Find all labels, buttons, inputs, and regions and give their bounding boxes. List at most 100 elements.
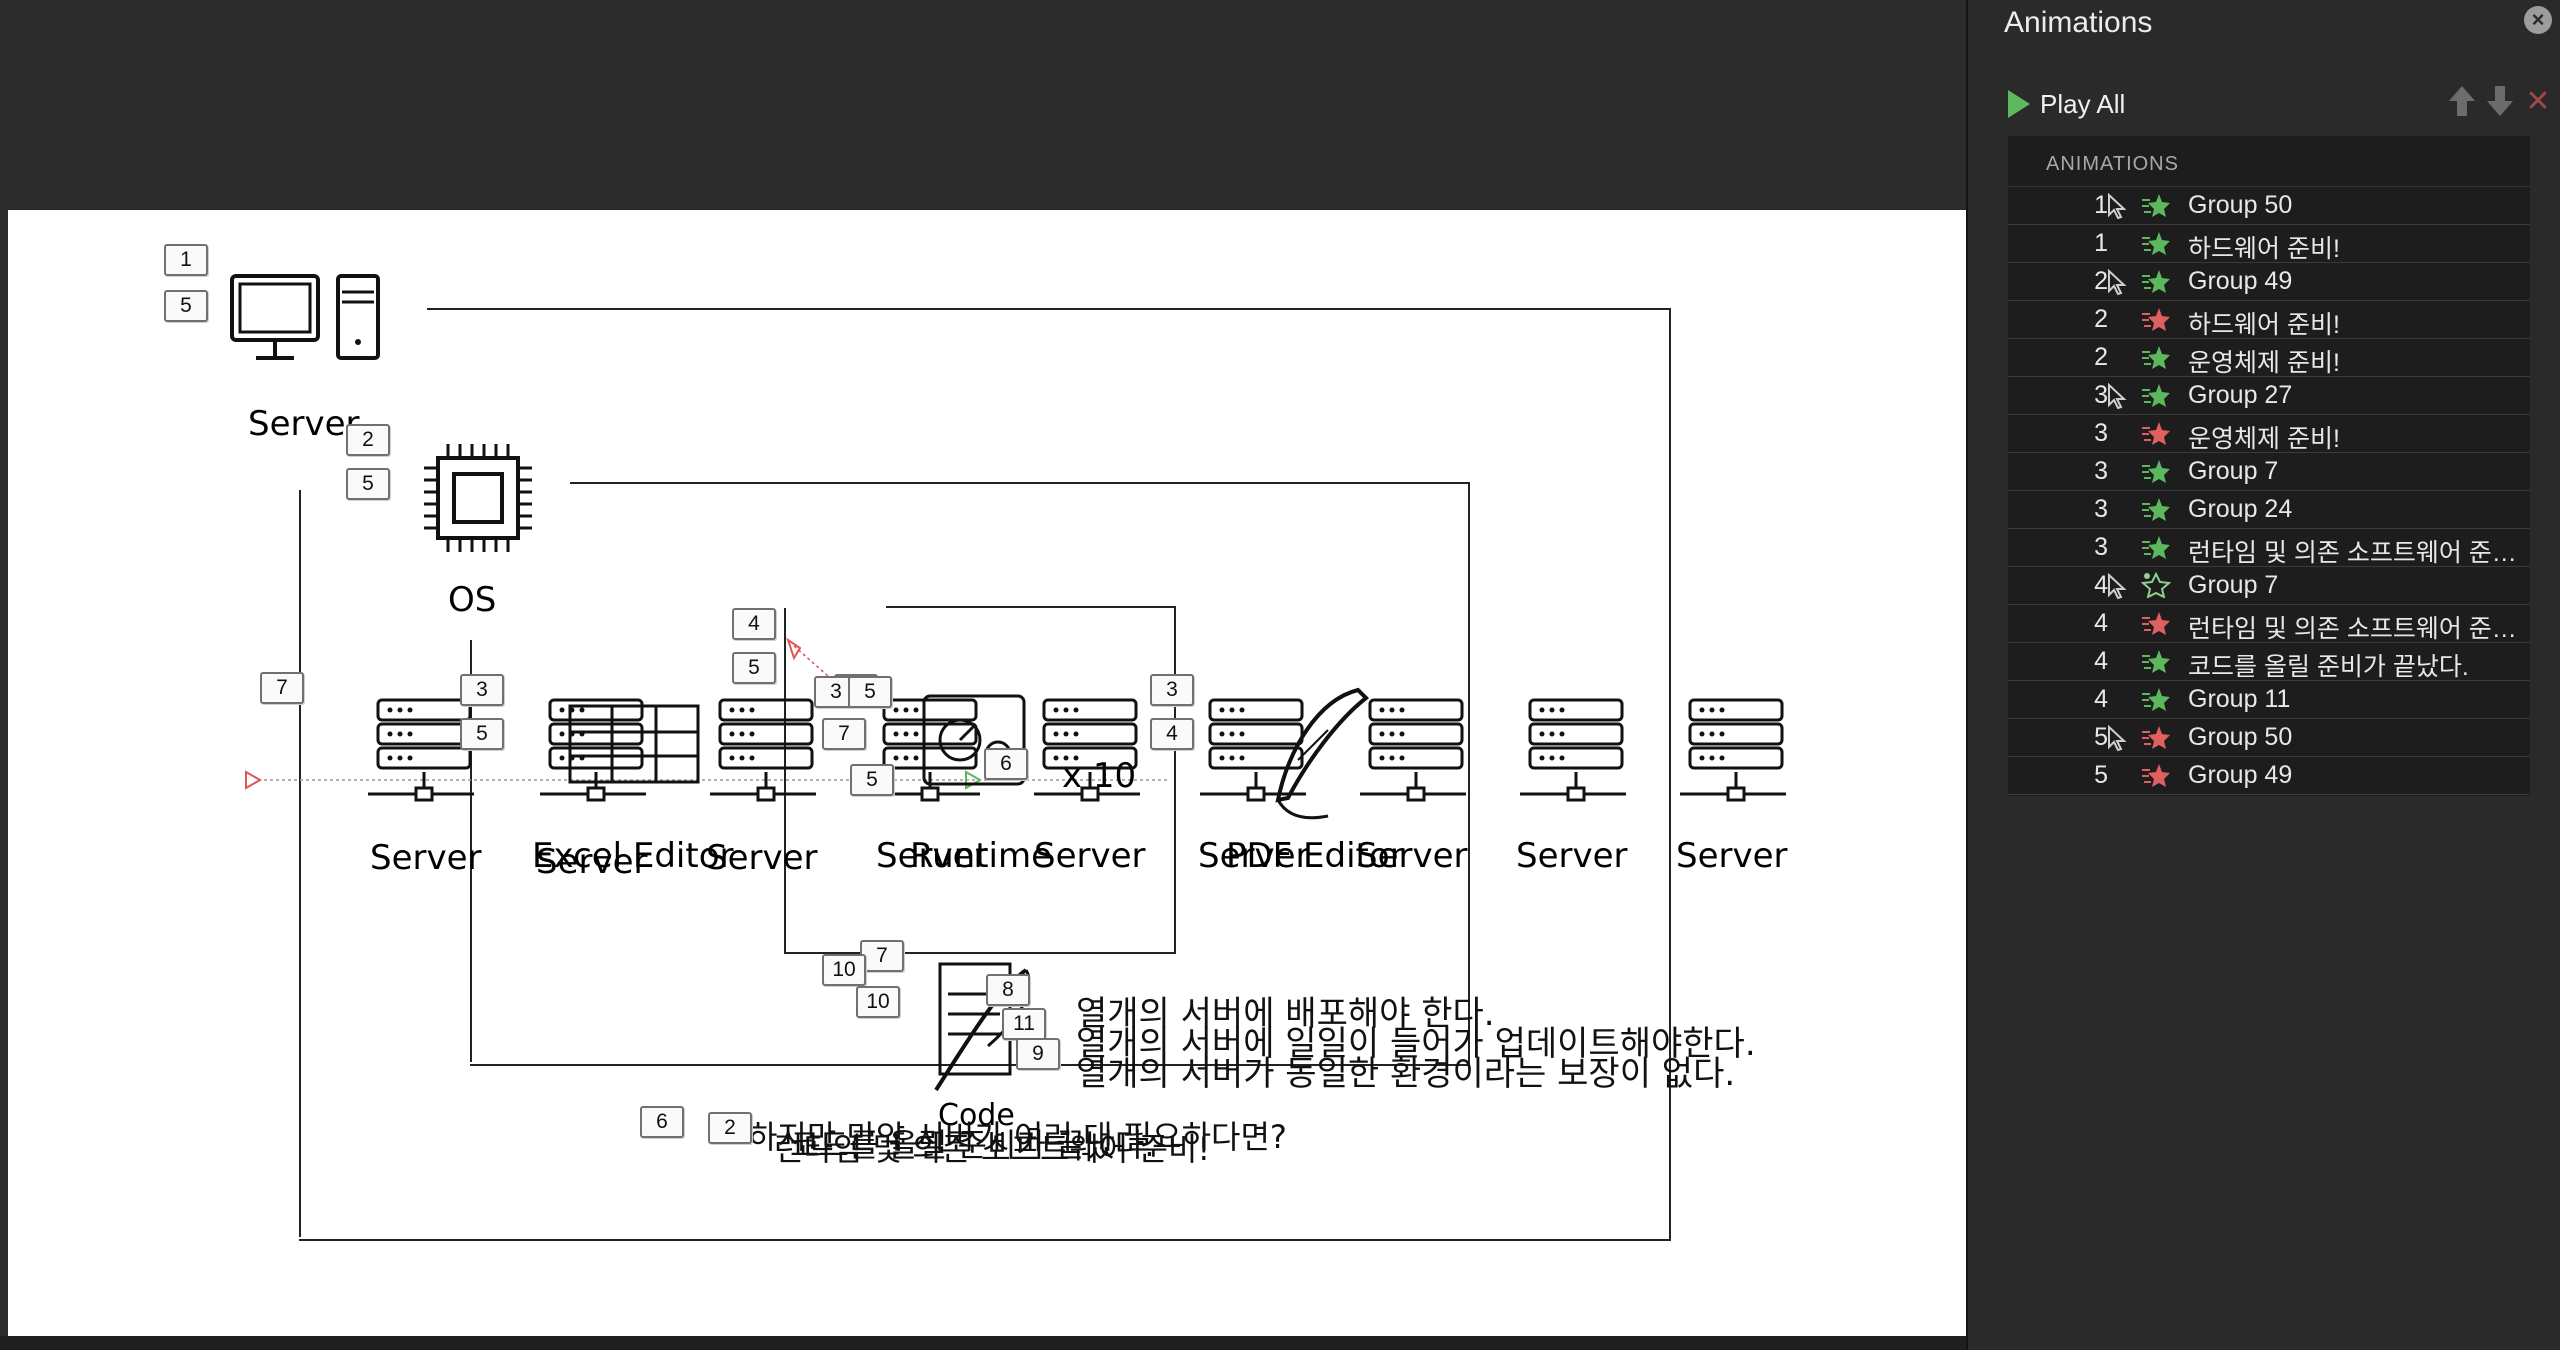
animation-order-tag[interactable]: 5 <box>164 290 208 322</box>
animation-order-tag[interactable]: 11 <box>1002 1008 1046 1040</box>
animation-target-name: 하드웨어 준비! <box>2188 311 2340 339</box>
animation-step-number: 1 <box>2094 191 2108 219</box>
no-trigger <box>2106 687 2128 713</box>
animation-row[interactable]: 3 Group 24 <box>2008 491 2530 529</box>
server-rack-icon <box>1680 698 1786 802</box>
exit-effect-icon <box>2141 420 2171 446</box>
animation-step-number: 5 <box>2094 723 2108 751</box>
exit-effect-icon <box>2141 610 2171 636</box>
animation-order-tag[interactable]: 4 <box>732 608 776 640</box>
animation-row[interactable]: 1 하드웨어 준비! <box>2008 225 2530 263</box>
animation-order-tag[interactable]: 4 <box>1150 718 1194 750</box>
animation-order-tag[interactable]: 3 <box>1150 674 1194 706</box>
server-g-label: Server <box>1516 836 1628 876</box>
animation-order-tag[interactable]: 10 <box>856 986 900 1018</box>
animation-order-tag[interactable]: 5 <box>848 676 892 708</box>
animation-order-tag[interactable]: 10 <box>822 954 866 986</box>
os-label: OS <box>448 580 497 620</box>
animation-row[interactable]: 2 운영체제 준비! <box>2008 339 2530 377</box>
exit-effect-icon <box>2141 306 2171 332</box>
server-rack-icon <box>1034 698 1140 802</box>
animation-target-name: Group 7 <box>2188 457 2279 485</box>
animation-step-number: 4 <box>2094 571 2108 599</box>
animation-order-tag[interactable]: 6 <box>640 1106 684 1138</box>
mouse-trigger-icon <box>2106 268 2128 296</box>
animation-order-tag[interactable]: 6 <box>984 748 1028 780</box>
server-rack-icon <box>368 698 474 802</box>
animation-list[interactable]: ANIMATIONS 1 Group 50 1 하드웨어 준비! 2 Group 49 2 하… <box>2008 136 2530 796</box>
animation-row[interactable]: 3 Group 7 <box>2008 453 2530 491</box>
animation-row[interactable]: 5 Group 50 <box>2008 719 2530 757</box>
animation-row[interactable]: 2 Group 49 <box>2008 263 2530 301</box>
animation-target-name: Group 50 <box>2188 723 2293 751</box>
animation-step-number: 4 <box>2094 685 2108 713</box>
play-all-button[interactable]: Play All <box>2008 84 2125 124</box>
animation-row[interactable]: 4 Group 11 <box>2008 681 2530 719</box>
server-h-label: Server <box>1676 836 1788 876</box>
animation-target-name: 하드웨어 준비! <box>2188 235 2340 263</box>
animation-target-name: Group 49 <box>2188 267 2293 295</box>
animation-order-tag[interactable]: 7 <box>860 940 904 972</box>
animation-order-tag[interactable]: 7 <box>822 718 866 750</box>
animation-row[interactable]: 2 하드웨어 준비! <box>2008 301 2530 339</box>
animation-target-name: Group 50 <box>2188 191 2293 219</box>
animation-step-number: 1 <box>2094 229 2108 257</box>
animation-step-number: 3 <box>2094 533 2108 561</box>
animation-target-name: Group 49 <box>2188 761 2293 789</box>
no-trigger <box>2106 421 2128 447</box>
animation-order-tag[interactable]: 5 <box>732 652 776 684</box>
exit-effect-icon <box>2141 724 2171 750</box>
entrance-effect-icon <box>2141 344 2171 370</box>
animation-order-tag[interactable]: 9 <box>1016 1038 1060 1070</box>
mouse-trigger-icon <box>2106 382 2128 410</box>
no-trigger <box>2106 459 2128 485</box>
animation-step-number: 3 <box>2094 457 2108 485</box>
animation-step-number: 3 <box>2094 495 2108 523</box>
animation-row[interactable]: 3 런타임 및 의존 소프트웨어 준… <box>2008 529 2530 567</box>
no-trigger <box>2106 307 2128 333</box>
animation-order-tag[interactable]: 2 <box>346 424 390 456</box>
entrance-effect-icon <box>2141 458 2171 484</box>
pane-title: Animations <box>2004 6 2153 39</box>
no-trigger <box>2106 345 2128 371</box>
animation-step-number: 2 <box>2094 305 2108 333</box>
animation-order-tag[interactable]: 5 <box>850 764 894 796</box>
animation-row[interactable]: 5 Group 49 <box>2008 757 2530 795</box>
animation-row[interactable]: 3 Group 27 <box>2008 377 2530 415</box>
no-trigger <box>2106 649 2128 675</box>
animation-order-tag[interactable]: 2 <box>708 1112 752 1144</box>
server-b2-label: Server <box>706 838 818 878</box>
animation-row[interactable]: 4 코드를 올릴 준비가 끝났다. <box>2008 643 2530 681</box>
server-rack-icon <box>1360 698 1466 802</box>
close-icon[interactable]: × <box>2524 6 2552 34</box>
no-trigger <box>2106 611 2128 637</box>
animation-order-tag[interactable]: 7 <box>260 672 304 704</box>
move-up-icon[interactable] <box>2444 84 2480 120</box>
delete-icon[interactable]: ✕ <box>2520 84 2556 120</box>
server-d-label: Server <box>1034 836 1146 876</box>
animation-order-tag[interactable]: 5 <box>460 718 504 750</box>
server-rack-icon <box>540 698 646 802</box>
server-rack-icon <box>1520 698 1626 802</box>
animation-step-number: 4 <box>2094 647 2108 675</box>
animation-step-number: 4 <box>2094 609 2108 637</box>
animation-order-tag[interactable]: 8 <box>986 974 1030 1006</box>
move-down-icon[interactable] <box>2482 84 2518 120</box>
entrance-effect-icon <box>2141 268 2171 294</box>
animation-row[interactable]: 4 런타임 및 의존 소프트웨어 준… <box>2008 605 2530 643</box>
animation-row[interactable]: 3 운영체제 준비! <box>2008 415 2530 453</box>
editor-area: Server OS Server Excel Editor Server Ser… <box>0 0 1968 1350</box>
animation-target-name: 운영체제 준비! <box>2188 425 2340 453</box>
server-rack-icon <box>874 698 980 802</box>
animation-order-tag[interactable]: 1 <box>164 244 208 276</box>
animation-order-tag[interactable]: 5 <box>346 468 390 500</box>
animation-step-number: 3 <box>2094 381 2108 409</box>
animation-target-name: Group 24 <box>2188 495 2293 523</box>
animation-row[interactable]: 1 Group 50 <box>2008 187 2530 225</box>
animation-row[interactable]: 4 Group 7 <box>2008 567 2530 605</box>
server-rack-icon <box>710 698 816 802</box>
server-b-label: Server <box>536 842 648 882</box>
animation-order-tag[interactable]: 3 <box>460 674 504 706</box>
slide-canvas[interactable]: Server OS Server Excel Editor Server Ser… <box>8 210 1966 1336</box>
entrance-effect-icon <box>2141 382 2171 408</box>
